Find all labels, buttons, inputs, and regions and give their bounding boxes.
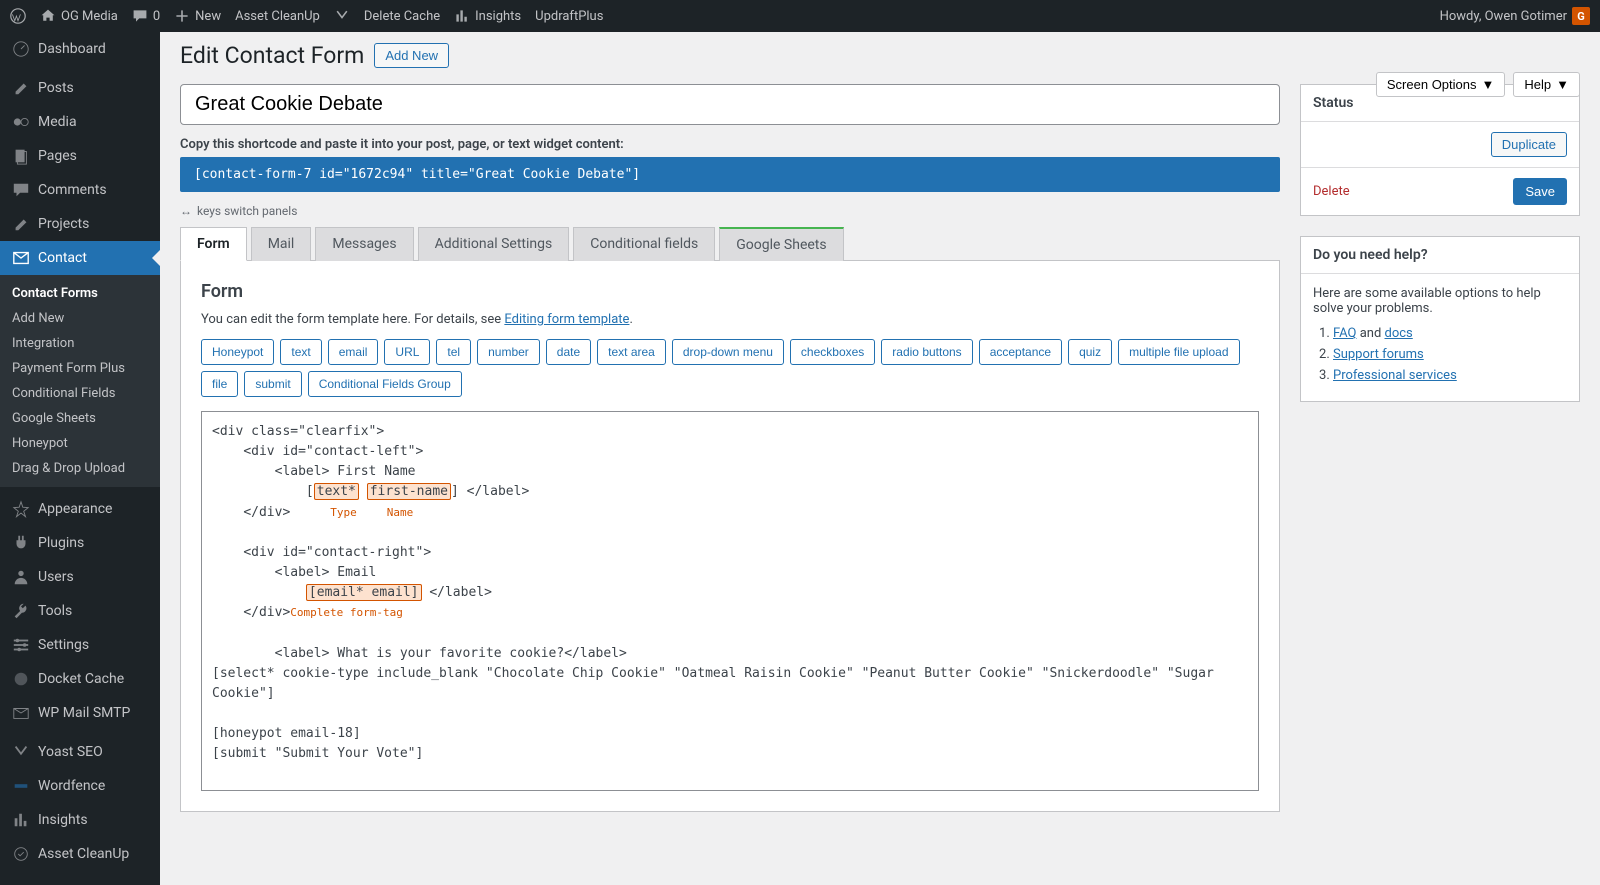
shortcode-field[interactable]: [contact-form-7 id="1672c94" title="Grea… xyxy=(180,157,1280,192)
tag-textarea[interactable]: text area xyxy=(597,339,666,365)
new-link[interactable]: New xyxy=(174,8,221,24)
shortcode-hint: Copy this shortcode and paste it into yo… xyxy=(180,137,1280,152)
tag-checkboxes[interactable]: checkboxes xyxy=(790,339,875,365)
form-template-editor[interactable]: <div class="clearfix"> <div id="contact-… xyxy=(201,411,1259,791)
comments-link[interactable]: 0 xyxy=(132,8,160,24)
admin-sidebar: Dashboard Posts Media Pages Comments Pro… xyxy=(0,32,160,885)
add-new-button[interactable]: Add New xyxy=(374,43,449,68)
tag-dropdown[interactable]: drop-down menu xyxy=(672,339,784,365)
menu-comments[interactable]: Comments xyxy=(0,173,160,207)
tag-generator: Honeypot text email URL tel number date … xyxy=(201,339,1259,397)
page-title: Edit Contact Form xyxy=(180,42,364,69)
menu-pages[interactable]: Pages xyxy=(0,139,160,173)
tab-messages[interactable]: Messages xyxy=(315,227,413,261)
tag-number[interactable]: number xyxy=(477,339,540,365)
status-metabox: Status Duplicate Delete Save xyxy=(1300,84,1580,216)
help-intro: Here are some available options to help … xyxy=(1313,286,1567,316)
menu-posts[interactable]: Posts xyxy=(0,71,160,105)
highlight-formtag: [email* email] xyxy=(306,584,422,601)
submenu-integration[interactable]: Integration xyxy=(0,331,160,356)
submenu-add-new[interactable]: Add New xyxy=(0,306,160,331)
menu-wordfence[interactable]: Wordfence xyxy=(0,769,160,803)
save-button[interactable]: Save xyxy=(1513,178,1567,205)
annotation-name: Name xyxy=(387,506,414,519)
annotation-type: Type xyxy=(330,506,357,519)
menu-projects[interactable]: Projects xyxy=(0,207,160,241)
submenu-contact: Contact Forms Add New Integration Paymen… xyxy=(0,275,160,487)
tag-submit[interactable]: submit xyxy=(244,371,301,397)
tag-radio[interactable]: radio buttons xyxy=(881,339,972,365)
submenu-contact-forms[interactable]: Contact Forms xyxy=(0,281,160,306)
annotation-complete: Complete form-tag xyxy=(290,606,403,619)
menu-yoast[interactable]: Yoast SEO xyxy=(0,735,160,769)
tag-honeypot[interactable]: Honeypot xyxy=(201,339,274,365)
menu-settings[interactable]: Settings xyxy=(0,628,160,662)
site-link[interactable]: OG Media xyxy=(40,8,118,24)
avatar: G xyxy=(1572,7,1590,25)
menu-docket[interactable]: Docket Cache xyxy=(0,662,160,696)
submenu-dragdrop[interactable]: Drag & Drop Upload xyxy=(0,456,160,481)
menu-users[interactable]: Users xyxy=(0,560,160,594)
tag-email[interactable]: email xyxy=(328,339,379,365)
menu-contact[interactable]: Contact xyxy=(0,241,160,275)
tag-file[interactable]: file xyxy=(201,371,238,397)
support-link[interactable]: Support forums xyxy=(1333,347,1424,362)
panel-heading: Form xyxy=(201,281,1259,302)
menu-media[interactable]: Media xyxy=(0,105,160,139)
submenu-sheets[interactable]: Google Sheets xyxy=(0,406,160,431)
keys-hint: ↔keys switch panels xyxy=(180,204,1280,218)
delete-link[interactable]: Delete xyxy=(1313,184,1350,199)
topbar-yoast-icon[interactable] xyxy=(334,8,350,24)
menu-dashboard[interactable]: Dashboard xyxy=(0,32,160,66)
tag-quiz[interactable]: quiz xyxy=(1068,339,1112,365)
docs-link[interactable]: docs xyxy=(1385,326,1413,341)
menu-asset-cleanup[interactable]: Asset CleanUp xyxy=(0,837,160,871)
highlight-type: text* xyxy=(314,483,359,500)
help-metabox: Do you need help? Here are some availabl… xyxy=(1300,236,1580,402)
pro-services-link[interactable]: Professional services xyxy=(1333,368,1457,383)
tab-sheets[interactable]: Google Sheets xyxy=(719,227,843,261)
tab-form[interactable]: Form xyxy=(180,227,247,261)
menu-tools[interactable]: Tools xyxy=(0,594,160,628)
submenu-honeypot[interactable]: Honeypot xyxy=(0,431,160,456)
tag-tel[interactable]: tel xyxy=(436,339,471,365)
help-button[interactable]: Help ▼ xyxy=(1513,72,1580,97)
submenu-conditional[interactable]: Conditional Fields xyxy=(0,381,160,406)
wp-logo[interactable] xyxy=(10,8,26,24)
topbar-insights[interactable]: Insights xyxy=(454,8,521,24)
topbar-updraft[interactable]: UpdraftPlus xyxy=(535,9,603,24)
arrows-icon: ↔ xyxy=(180,204,192,218)
menu-appearance[interactable]: Appearance xyxy=(0,492,160,526)
tag-conditional-group[interactable]: Conditional Fields Group xyxy=(308,371,462,397)
panel-description: You can edit the form template here. For… xyxy=(201,312,1259,327)
admin-topbar: OG Media 0 New Asset CleanUp Delete Cach… xyxy=(0,0,1600,32)
topbar-delete-cache[interactable]: Delete Cache xyxy=(364,9,440,24)
form-title-input[interactable] xyxy=(180,84,1280,125)
tab-mail[interactable]: Mail xyxy=(251,227,312,261)
menu-wpmail[interactable]: WP Mail SMTP xyxy=(0,696,160,730)
menu-plugins[interactable]: Plugins xyxy=(0,526,160,560)
tag-multifile[interactable]: multiple file upload xyxy=(1118,339,1239,365)
tab-conditional[interactable]: Conditional fields xyxy=(573,227,715,261)
topbar-asset-cleanup[interactable]: Asset CleanUp xyxy=(235,9,320,24)
tab-bar: Form Mail Messages Additional Settings C… xyxy=(180,226,1280,261)
tag-date[interactable]: date xyxy=(546,339,591,365)
faq-link[interactable]: FAQ xyxy=(1333,326,1356,341)
help-heading: Do you need help? xyxy=(1301,237,1579,274)
main-content: Screen Options ▼ Help ▼ Edit Contact For… xyxy=(160,32,1600,885)
menu-insights[interactable]: Insights xyxy=(0,803,160,837)
account-link[interactable]: Howdy, Owen GotimerG xyxy=(1440,7,1590,25)
tag-text[interactable]: text xyxy=(280,339,321,365)
tag-url[interactable]: URL xyxy=(384,339,430,365)
help-item-faq: FAQ and docs xyxy=(1333,326,1567,341)
form-panel: Form You can edit the form template here… xyxy=(180,261,1280,812)
submenu-payment[interactable]: Payment Form Plus xyxy=(0,356,160,381)
screen-options-button[interactable]: Screen Options ▼ xyxy=(1376,72,1505,97)
duplicate-button[interactable]: Duplicate xyxy=(1491,132,1567,157)
highlight-name: first-name xyxy=(367,483,451,500)
tab-additional[interactable]: Additional Settings xyxy=(418,227,570,261)
editing-template-link[interactable]: Editing form template xyxy=(504,312,629,327)
tag-acceptance[interactable]: acceptance xyxy=(979,339,1062,365)
